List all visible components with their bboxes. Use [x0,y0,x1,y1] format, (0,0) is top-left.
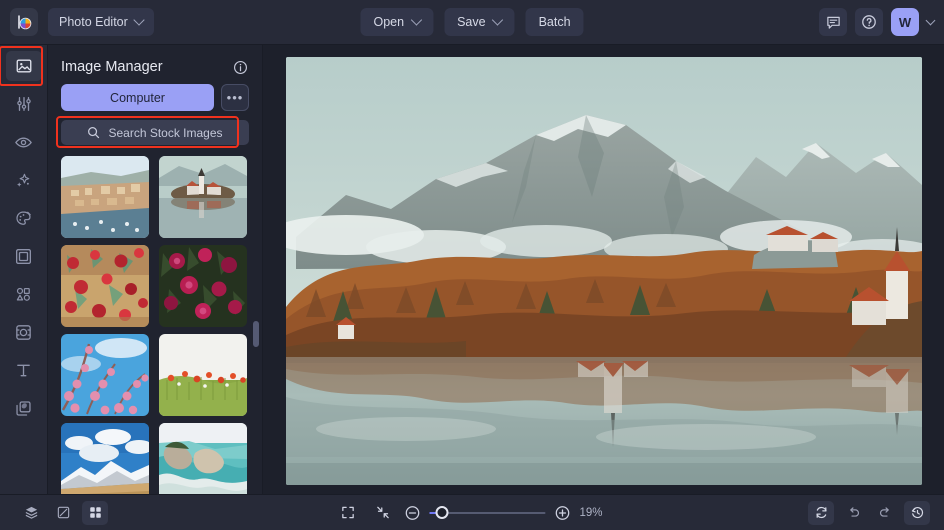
chevron-down-icon [492,14,503,25]
feedback-button[interactable] [819,8,847,36]
sidebar-item-shapes[interactable] [6,279,42,309]
computer-button[interactable]: Computer [61,84,214,111]
app-header: Photo Editor Open Save Batch [0,0,944,45]
help-circle-icon [861,14,877,30]
zoom-slider-knob[interactable] [436,506,449,519]
save-button-label: Save [457,15,486,29]
bottom-right-group [808,501,944,525]
grid-view-button[interactable] [82,501,108,525]
sidebar-item-stickers[interactable] [6,317,42,347]
search-icon [87,126,100,139]
sliders-icon [15,95,33,113]
sidebar-item-overlays[interactable] [6,393,42,423]
shapes-icon [14,285,33,304]
stock-thumbnail-grid [48,156,262,494]
computer-button-label: Computer [110,91,165,105]
undo-arrow-icon [846,505,861,520]
reset-button[interactable] [808,501,834,525]
refresh-cycle-icon [814,505,829,520]
app-menu-button[interactable]: Photo Editor [48,8,154,36]
redo-arrow-icon [878,505,893,520]
thumb-poppy-field[interactable] [159,334,247,416]
thumb-pink-flowers[interactable] [159,245,247,327]
bottom-left-group [0,501,108,525]
header-right-group: W [819,8,944,36]
frame-icon [14,247,33,266]
canvas-stage[interactable] [263,45,944,497]
plus-circle-icon[interactable] [555,505,571,521]
zoom-controls-group: 19% [335,501,610,525]
search-placeholder-text: Search Stock Images [108,126,222,140]
avatar-initial: W [899,15,911,30]
layers-button[interactable] [18,501,44,525]
more-sources-button[interactable]: ••• [221,84,249,111]
avatar[interactable]: W [891,8,919,36]
chat-bubble-icon [826,15,841,30]
sidebar-item-image-manager[interactable] [6,51,42,81]
tool-rail [0,45,48,494]
sidebar-item-effects[interactable] [6,165,42,195]
transform-icon [56,505,71,520]
chevron-down-icon[interactable] [926,15,936,25]
fit-to-screen-button[interactable] [335,501,361,525]
transform-button[interactable] [50,501,76,525]
chevron-down-icon [410,14,421,25]
open-button-label: Open [373,15,404,29]
bottom-toolbar: 19% [0,494,944,530]
photo-editor-window: Photo Editor Open Save Batch [0,0,944,530]
search-input[interactable]: Search Stock Images [61,120,249,145]
sidebar-item-frames[interactable] [6,241,42,271]
sidebar-item-adjust[interactable] [6,89,42,119]
panel-source-buttons: Computer ••• [48,84,262,120]
info-circle-icon[interactable] [233,60,248,75]
thumb-lake-island-church[interactable] [159,156,247,238]
chevron-down-icon [133,14,144,25]
zoom-slider[interactable] [430,512,546,514]
panel-title: Image Manager [61,59,163,75]
undo-button[interactable] [840,501,866,525]
zoom-level-value: 19% [580,507,610,519]
help-button[interactable] [855,8,883,36]
more-sources-label: ••• [227,90,244,105]
history-clock-icon [910,505,925,520]
thumb-cherry-blossom[interactable] [61,334,149,416]
panel-header: Image Manager [48,45,262,84]
app-menu-label: Photo Editor [59,15,128,29]
text-t-icon [14,361,33,380]
eye-icon [14,133,33,152]
thumb-floral-painting[interactable] [61,245,149,327]
open-button[interactable]: Open [360,8,433,36]
thumb-snow-mountain[interactable] [61,423,149,494]
layers-icon [24,505,39,520]
panel-scrollbar-thumb[interactable] [253,321,259,347]
batch-button-label: Batch [539,15,571,29]
collapse-button[interactable] [370,501,396,525]
image-icon [15,57,33,75]
color-wheel-logo-icon[interactable] [10,8,38,36]
search-stock-wrapper: Search Stock Images [48,120,262,156]
sticker-icon [14,323,33,342]
history-button[interactable] [904,501,930,525]
app-body: Image Manager Computer ••• [0,45,944,494]
grid-icon [88,505,103,520]
image-manager-panel: Image Manager Computer ••• [48,45,263,494]
layers-overlay-icon [14,399,33,418]
sidebar-item-paint[interactable] [6,203,42,233]
collapse-arrows-icon [375,505,390,520]
canvas-image[interactable] [286,57,922,485]
batch-button[interactable]: Batch [526,8,584,36]
minus-circle-icon[interactable] [405,505,421,521]
header-actions-group: Open Save Batch [360,8,583,36]
expand-frame-icon [340,505,355,520]
thumb-rocky-cove[interactable] [159,423,247,494]
canvas-area [263,45,944,494]
save-button[interactable]: Save [444,8,515,36]
header-left-group: Photo Editor [0,8,154,36]
thumb-coastal-town[interactable] [61,156,149,238]
redo-button[interactable] [872,501,898,525]
sidebar-item-retouch[interactable] [6,127,42,157]
sidebar-item-text[interactable] [6,355,42,385]
palette-icon [14,209,33,228]
sparkles-icon [14,171,33,190]
